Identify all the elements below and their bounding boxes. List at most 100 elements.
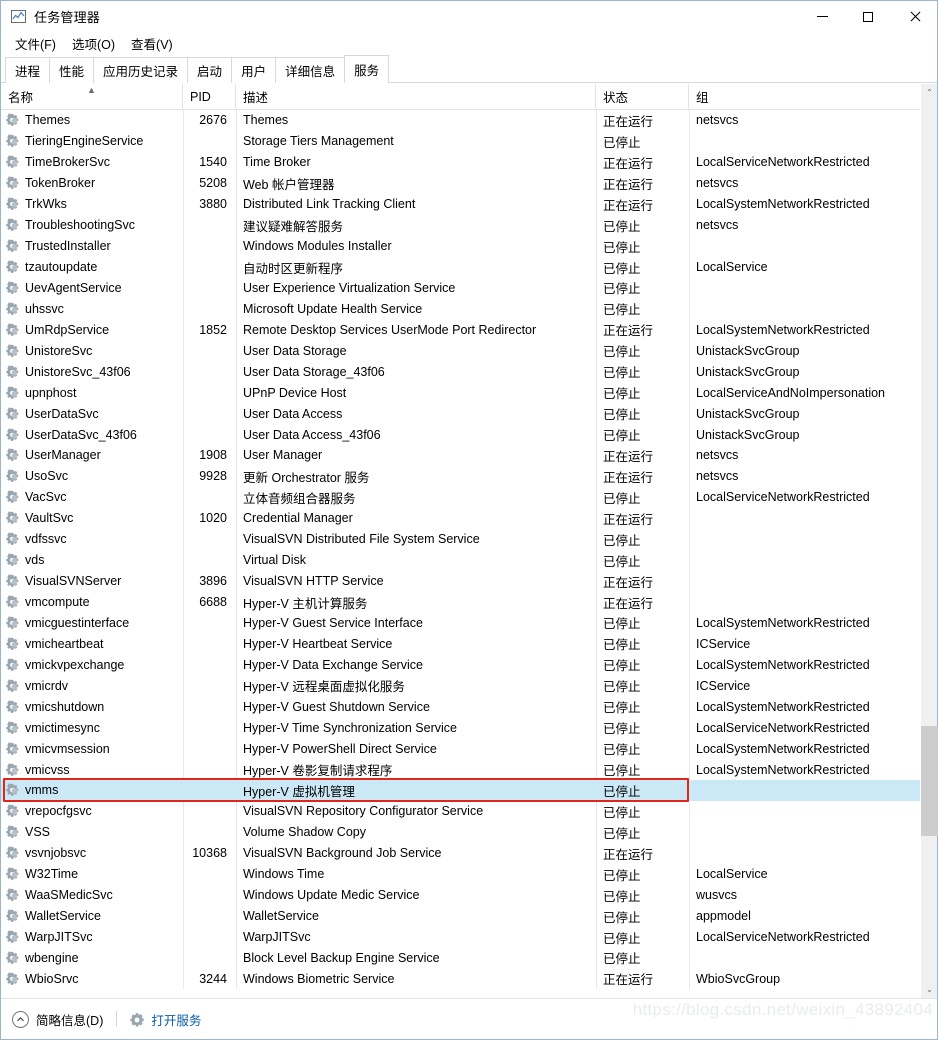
table-row[interactable]: UserManager1908User Manager正在运行netsvcs bbox=[1, 445, 920, 466]
menu-item-options[interactable]: 选项(O) bbox=[64, 32, 123, 55]
table-row[interactable]: VacSvc立体音频组合器服务已停止LocalServiceNetworkRes… bbox=[1, 487, 920, 508]
table-row[interactable]: VaultSvc1020Credential Manager正在运行 bbox=[1, 508, 920, 529]
table-row[interactable]: TimeBrokerSvc1540Time Broker正在运行LocalSer… bbox=[1, 152, 920, 173]
table-row[interactable]: vmicguestinterfaceHyper-V Guest Service … bbox=[1, 613, 920, 634]
table-row[interactable]: vdfssvcVisualSVN Distributed File System… bbox=[1, 529, 920, 550]
column-header-name[interactable]: 名称 ▲ bbox=[1, 84, 183, 109]
maximize-button[interactable] bbox=[845, 1, 891, 32]
column-header-description[interactable]: 描述 bbox=[236, 84, 596, 109]
cell-service-name: vmms bbox=[1, 780, 183, 801]
tab-processes[interactable]: 进程 bbox=[5, 57, 50, 83]
table-row[interactable]: upnphostUPnP Device Host已停止LocalServiceA… bbox=[1, 382, 920, 403]
cell-group: LocalServiceNetworkRestricted bbox=[689, 927, 920, 948]
service-name-label: UserDataSvc bbox=[25, 407, 99, 421]
cell-pid bbox=[183, 340, 236, 361]
cell-service-name: vmicguestinterface bbox=[1, 613, 183, 634]
table-row[interactable]: vmicvssHyper-V 卷影复制请求程序已停止LocalSystemNet… bbox=[1, 759, 920, 780]
column-header-name-label: 名称 bbox=[8, 87, 33, 106]
service-name-label: vmictimesync bbox=[25, 721, 100, 735]
table-row[interactable]: UserDataSvcUser Data Access已停止UnistackSv… bbox=[1, 403, 920, 424]
cell-status: 已停止 bbox=[596, 927, 689, 948]
column-header-group[interactable]: 组 bbox=[689, 84, 920, 109]
table-row[interactable]: vmmsHyper-V 虚拟机管理已停止 bbox=[1, 780, 920, 801]
table-row[interactable]: VSSVolume Shadow Copy已停止 bbox=[1, 822, 920, 843]
table-row[interactable]: vmicshutdownHyper-V Guest Shutdown Servi… bbox=[1, 696, 920, 717]
menu-item-view[interactable]: 查看(V) bbox=[123, 32, 181, 55]
table-row[interactable]: tzautoupdate自动时区更新程序已停止LocalService bbox=[1, 257, 920, 278]
service-name-label: UnistoreSvc bbox=[25, 344, 92, 358]
task-manager-window: 任务管理器 文件(F) 选项(O) 查看(V) 进程 性能 应用历史记录 启动 … bbox=[0, 0, 938, 1040]
tab-startup[interactable]: 启动 bbox=[187, 57, 232, 83]
cell-pid bbox=[183, 717, 236, 738]
table-row[interactable]: WbioSrvc3244Windows Biometric Service正在运… bbox=[1, 968, 920, 989]
cell-service-name: wbengine bbox=[1, 948, 183, 969]
gear-icon bbox=[6, 113, 20, 127]
table-row[interactable]: vrepocfgsvcVisualSVN Repository Configur… bbox=[1, 801, 920, 822]
scroll-up-button[interactable]: ⌃ bbox=[921, 84, 938, 101]
cell-pid: 1540 bbox=[183, 152, 236, 173]
cell-status: 正在运行 bbox=[596, 571, 689, 592]
table-row[interactable]: W32TimeWindows Time已停止LocalService bbox=[1, 864, 920, 885]
fewer-details-button[interactable]: 简略信息(D) bbox=[12, 1010, 103, 1029]
table-row[interactable]: TroubleshootingSvc建议疑难解答服务已停止netsvcs bbox=[1, 215, 920, 236]
table-row[interactable]: vmcompute6688Hyper-V 主机计算服务正在运行 bbox=[1, 592, 920, 613]
scroll-down-button[interactable]: ⌄ bbox=[921, 981, 938, 998]
table-row[interactable]: vmicheartbeatHyper-V Heartbeat Service已停… bbox=[1, 633, 920, 654]
table-row[interactable]: UnistoreSvc_43f06User Data Storage_43f06… bbox=[1, 361, 920, 382]
table-row[interactable]: TokenBroker5208Web 帐户管理器正在运行netsvcs bbox=[1, 173, 920, 194]
cell-status: 正在运行 bbox=[596, 194, 689, 215]
table-row[interactable]: uhssvcMicrosoft Update Health Service已停止 bbox=[1, 298, 920, 319]
cell-group bbox=[689, 550, 920, 571]
cell-description: Windows Biometric Service bbox=[236, 968, 596, 989]
table-row[interactable]: vmickvpexchangeHyper-V Data Exchange Ser… bbox=[1, 654, 920, 675]
tab-users[interactable]: 用户 bbox=[231, 57, 276, 83]
vertical-scrollbar[interactable]: ⌃ ⌄ bbox=[920, 84, 937, 998]
table-row[interactable]: vmicrdvHyper-V 远程桌面虚拟化服务已停止ICService bbox=[1, 675, 920, 696]
table-row[interactable]: vdsVirtual Disk已停止 bbox=[1, 550, 920, 571]
gear-icon bbox=[6, 532, 20, 546]
scrollbar-thumb[interactable] bbox=[921, 726, 938, 836]
cell-description: User Data Access_43f06 bbox=[236, 424, 596, 445]
table-row[interactable]: UevAgentServiceUser Experience Virtualiz… bbox=[1, 278, 920, 299]
table-row[interactable]: TieringEngineServiceStorage Tiers Manage… bbox=[1, 131, 920, 152]
table-row[interactable]: Themes2676Themes正在运行netsvcs bbox=[1, 110, 920, 131]
column-header-status[interactable]: 状态 bbox=[596, 84, 689, 109]
cell-status: 正在运行 bbox=[596, 466, 689, 487]
close-icon bbox=[909, 11, 920, 22]
column-header-pid[interactable]: PID bbox=[183, 84, 236, 109]
cell-pid bbox=[183, 654, 236, 675]
cell-pid: 1020 bbox=[183, 508, 236, 529]
tab-app-history[interactable]: 应用历史记录 bbox=[93, 57, 188, 83]
service-name-label: vmicvmsession bbox=[25, 742, 110, 756]
gear-icon bbox=[6, 930, 20, 944]
table-row[interactable]: WalletServiceWalletService已停止appmodel bbox=[1, 906, 920, 927]
table-row[interactable]: WaaSMedicSvcWindows Update Medic Service… bbox=[1, 885, 920, 906]
table-row[interactable]: UserDataSvc_43f06User Data Access_43f06已… bbox=[1, 424, 920, 445]
table-row[interactable]: UmRdpService1852Remote Desktop Services … bbox=[1, 319, 920, 340]
table-row[interactable]: TrustedInstallerWindows Modules Installe… bbox=[1, 236, 920, 257]
open-services-link[interactable]: 打开服务 bbox=[130, 1010, 201, 1029]
gear-icon bbox=[6, 783, 20, 797]
table-row[interactable]: vmicvmsessionHyper-V PowerShell Direct S… bbox=[1, 738, 920, 759]
tab-services[interactable]: 服务 bbox=[344, 55, 389, 83]
table-row[interactable]: WarpJITSvcWarpJITSvc已停止LocalServiceNetwo… bbox=[1, 927, 920, 948]
table-row[interactable]: VisualSVNServer3896VisualSVN HTTP Servic… bbox=[1, 571, 920, 592]
menu-item-file[interactable]: 文件(F) bbox=[7, 32, 64, 55]
cell-service-name: vmicvmsession bbox=[1, 738, 183, 759]
table-row[interactable]: wbengineBlock Level Backup Engine Servic… bbox=[1, 948, 920, 969]
table-row[interactable]: vsvnjobsvc10368VisualSVN Background Job … bbox=[1, 843, 920, 864]
cell-status: 正在运行 bbox=[596, 592, 689, 613]
table-row[interactable]: UsoSvc9928更新 Orchestrator 服务正在运行netsvcs bbox=[1, 466, 920, 487]
close-button[interactable] bbox=[891, 1, 937, 32]
cell-group: LocalServiceNetworkRestricted bbox=[689, 487, 920, 508]
table-row[interactable]: vmictimesync Hyper-V Time Synchronization… bbox=[1, 717, 920, 738]
table-row[interactable]: UnistoreSvcUser Data Storage已停止UnistackS… bbox=[1, 340, 920, 361]
tab-performance[interactable]: 性能 bbox=[49, 57, 94, 83]
tab-details[interactable]: 详细信息 bbox=[275, 57, 345, 83]
minimize-button[interactable] bbox=[799, 1, 845, 32]
table-row[interactable]: TrkWks3880Distributed Link Tracking Clie… bbox=[1, 194, 920, 215]
cell-description: 自动时区更新程序 bbox=[236, 257, 596, 278]
cell-description: Hyper-V Time Synchronization Service bbox=[236, 717, 596, 738]
cell-pid bbox=[183, 403, 236, 424]
service-name-label: TrkWks bbox=[25, 197, 67, 211]
